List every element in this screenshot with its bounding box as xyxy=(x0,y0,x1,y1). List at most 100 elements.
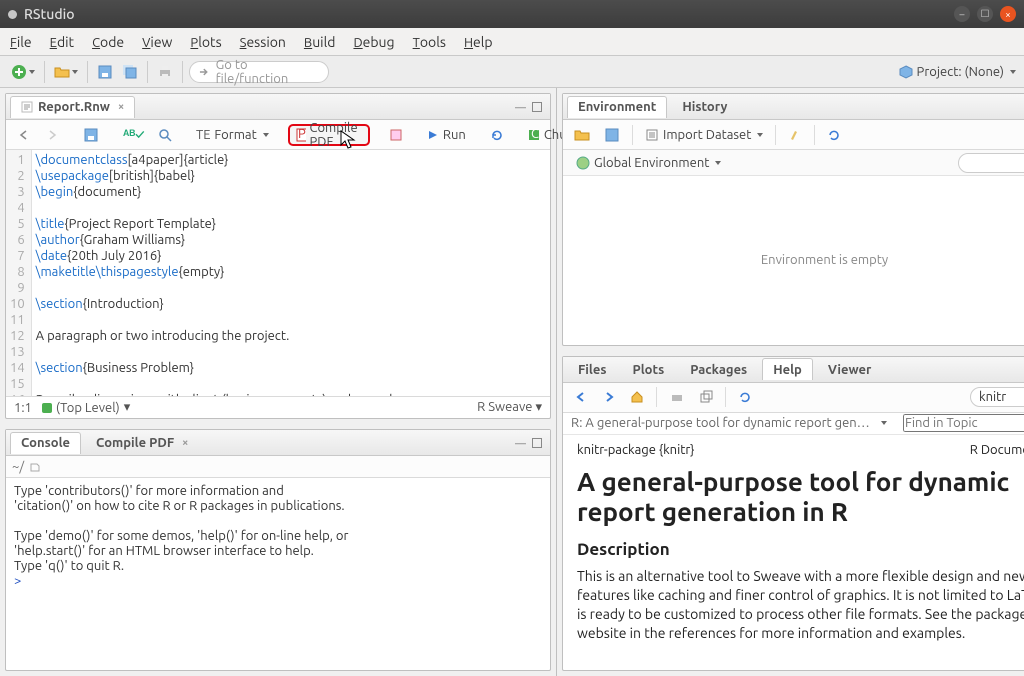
compile-pdf-button[interactable]: PDF Compile PDF xyxy=(288,124,370,146)
help-context-menu[interactable] xyxy=(881,421,887,425)
find-replace-button[interactable] xyxy=(153,124,177,146)
source-minimize-button[interactable] xyxy=(515,100,526,114)
app-indicator-icon xyxy=(8,10,17,19)
source-maximize-button[interactable] xyxy=(532,102,542,112)
chunk-icon: C xyxy=(528,129,540,141)
help-search-input[interactable] xyxy=(970,387,1024,407)
save-all-button[interactable] xyxy=(119,61,141,83)
source-tab-label: Report.Rnw xyxy=(38,100,110,114)
help-package-line: knitr-package {knitr} xyxy=(577,443,695,457)
clear-env-button[interactable] xyxy=(783,124,807,146)
menu-build[interactable]: Build xyxy=(304,34,336,50)
save-button[interactable] xyxy=(94,61,116,83)
console-minimize-button[interactable] xyxy=(515,436,526,450)
save-icon xyxy=(604,127,620,143)
compile-tab-close[interactable]: × xyxy=(182,437,188,449)
window-title: RStudio xyxy=(24,6,75,22)
source-tabs: Report.Rnw × xyxy=(6,94,550,120)
viewer-tab[interactable]: Viewer xyxy=(817,358,883,380)
rnw-file-icon xyxy=(21,101,33,113)
console-maximize-button[interactable] xyxy=(532,438,542,448)
console-tab[interactable]: Console xyxy=(10,432,81,454)
source-panel: Report.Rnw × ᴬᴮ✓ TEX xyxy=(5,93,551,419)
nav-forward-button[interactable] xyxy=(40,124,64,146)
nav-back-button[interactable] xyxy=(12,124,36,146)
help-description-text: This is an alternative tool to Sweave wi… xyxy=(577,567,1024,643)
arrow-left-icon xyxy=(17,128,31,142)
save-source-button[interactable] xyxy=(78,124,104,146)
console-output[interactable]: Type 'contributors()' for more informati… xyxy=(6,478,550,670)
scope-indicator[interactable]: (Top Level) ▾ xyxy=(42,400,130,415)
magnifier-icon xyxy=(158,128,172,142)
save-icon xyxy=(97,64,113,80)
window-minimize-button[interactable]: – xyxy=(954,6,970,22)
new-file-button[interactable] xyxy=(8,61,38,83)
menu-edit[interactable]: Edit xyxy=(50,34,74,50)
env-search-input[interactable] xyxy=(958,153,1024,173)
menu-code[interactable]: Code xyxy=(92,34,124,50)
help-tab[interactable]: Help xyxy=(762,358,813,380)
project-menu[interactable]: Project: (None) xyxy=(899,65,1016,79)
print-button[interactable] xyxy=(154,61,176,83)
import-icon xyxy=(645,128,659,142)
open-file-button[interactable] xyxy=(51,61,81,83)
compile-pdf-tab[interactable]: Compile PDF× xyxy=(85,432,199,454)
env-empty-message: Environment is empty xyxy=(563,176,1024,345)
menu-session[interactable]: Session xyxy=(240,34,286,50)
environment-tab[interactable]: Environment xyxy=(567,96,667,118)
line-gutter: 123456789101112131415161718 xyxy=(6,150,32,396)
save-all-icon xyxy=(122,64,138,80)
environment-panel: Environment History Import Dataset List xyxy=(562,93,1024,346)
env-save-button[interactable] xyxy=(599,124,625,146)
spellcheck-icon: ᴬᴮ✓ xyxy=(123,127,144,142)
menu-view[interactable]: View xyxy=(142,34,172,50)
menu-debug[interactable]: Debug xyxy=(353,34,394,50)
goto-file-function-input[interactable]: Go to file/function xyxy=(189,61,329,83)
format-menu[interactable]: TEX Format xyxy=(191,124,273,146)
menu-file[interactable]: File xyxy=(10,34,32,50)
arrow-right-icon xyxy=(602,390,616,404)
help-forward-button[interactable] xyxy=(597,386,621,408)
menu-tools[interactable]: Tools xyxy=(413,34,446,50)
source-editor[interactable]: 123456789101112131415161718 \documentcla… xyxy=(6,150,550,396)
file-mode[interactable]: R Sweave ▾ xyxy=(477,400,542,415)
help-popup-button[interactable] xyxy=(694,386,718,408)
help-title: A general-purpose tool for dynamic repor… xyxy=(577,467,1024,527)
help-back-button[interactable] xyxy=(569,386,593,408)
plots-tab[interactable]: Plots xyxy=(621,358,675,380)
refresh-icon xyxy=(827,128,841,142)
menu-plots[interactable]: Plots xyxy=(190,34,221,50)
print-icon xyxy=(669,389,685,405)
code-area[interactable]: \documentclass[a4paper]{article}\usepack… xyxy=(32,150,550,396)
help-refresh-button[interactable] xyxy=(733,386,757,408)
help-content[interactable]: knitr-package {knitr} R Documentation A … xyxy=(563,435,1024,670)
window-maximize-button[interactable]: ☐ xyxy=(977,6,993,22)
menu-help[interactable]: Help xyxy=(464,34,493,50)
import-dataset-menu[interactable]: Import Dataset xyxy=(640,124,768,146)
window-close-button[interactable]: × xyxy=(1000,6,1016,22)
help-print-button[interactable] xyxy=(664,386,690,408)
print-icon xyxy=(157,64,173,80)
files-tab[interactable]: Files xyxy=(567,358,617,380)
spellcheck-button[interactable]: ᴬᴮ✓ xyxy=(118,124,149,146)
folder-open-icon xyxy=(54,64,70,80)
menu-bar: File Edit Code View Plots Session Build … xyxy=(0,28,1024,56)
source-tab-report[interactable]: Report.Rnw × xyxy=(10,96,135,118)
sync-pdf-button[interactable] xyxy=(384,124,408,146)
packages-tab[interactable]: Packages xyxy=(679,358,758,380)
env-open-button[interactable] xyxy=(569,124,595,146)
env-scope-menu[interactable]: Global Environment xyxy=(571,152,726,174)
arrow-right-icon xyxy=(45,128,59,142)
run-button[interactable]: Run xyxy=(422,124,471,146)
source-tab-close[interactable]: × xyxy=(118,101,124,113)
rerun-button[interactable] xyxy=(485,124,509,146)
help-home-button[interactable] xyxy=(625,386,649,408)
refresh-env-button[interactable] xyxy=(822,124,846,146)
history-tab[interactable]: History xyxy=(671,96,738,118)
console-prompt: > xyxy=(14,574,24,588)
help-find-input[interactable] xyxy=(903,414,1024,432)
pdf-icon: PDF xyxy=(296,128,306,142)
source-statusbar: 1:1 (Top Level) ▾ R Sweave ▾ xyxy=(6,396,550,418)
save-icon xyxy=(83,127,99,143)
console-wd-open-icon[interactable] xyxy=(28,461,40,473)
